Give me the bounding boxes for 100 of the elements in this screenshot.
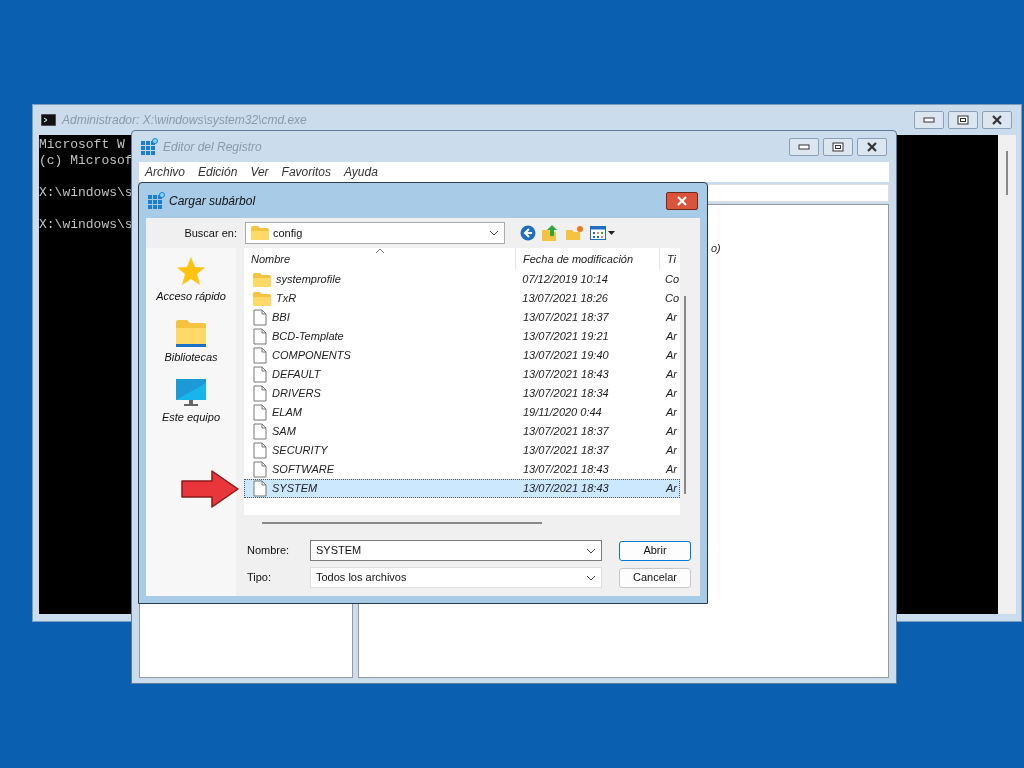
file-row[interactable]: TxR 13/07/2021 18:26 Co: [244, 289, 680, 308]
file-row[interactable]: ELAM 19/11/2020 0:44 Ar: [244, 403, 680, 422]
column-header[interactable]: Fecha de modificación: [516, 248, 660, 270]
file-type: Co: [663, 291, 679, 307]
close-icon: [991, 115, 1003, 125]
file-type: Ar: [664, 310, 677, 326]
file-icon: [253, 442, 267, 459]
file-row[interactable]: SYSTEM 13/07/2021 18:43 Ar: [244, 479, 680, 498]
file-name: SYSTEM: [272, 481, 318, 497]
file-icon: [253, 480, 267, 497]
file-icon: [253, 385, 267, 402]
file-icon: [253, 328, 267, 345]
file-icon: [253, 347, 267, 364]
field-label: Tipo:: [246, 570, 273, 586]
console-line: X:\windows\s: [39, 217, 133, 232]
column-header[interactable]: Nombre: [244, 248, 516, 270]
folder-icon: [253, 291, 271, 306]
scrollbar[interactable]: [998, 135, 1016, 614]
file-row[interactable]: DRIVERS 13/07/2021 18:34 Ar: [244, 384, 680, 403]
file-date: 13/07/2021 19:21: [522, 329, 610, 345]
folder-icon: [176, 318, 206, 347]
file-row[interactable]: DEFAULT 13/07/2021 18:43 Ar: [244, 365, 680, 384]
registry-icon: [140, 137, 158, 156]
file-name: COMPONENTS: [272, 348, 351, 364]
file-icon: [253, 461, 267, 478]
minimize-icon: [798, 143, 810, 150]
maximize-button[interactable]: [823, 137, 853, 156]
file-date: 13/07/2021 18:26: [521, 291, 609, 307]
file-type: Ar: [664, 386, 677, 402]
menu-item[interactable]: Edición: [198, 163, 238, 181]
file-row[interactable]: SECURITY 13/07/2021 18:37 Ar: [244, 441, 680, 460]
file-date: 07/12/2019 10:14: [521, 272, 609, 288]
dialog-button[interactable]: Abrir: [619, 540, 691, 561]
star-icon: [176, 256, 206, 286]
file-name: SAM: [272, 424, 296, 440]
place-item[interactable]: Bibliotecas: [164, 318, 218, 365]
monitor-icon: [176, 379, 206, 407]
file-type: Co: [663, 272, 679, 288]
look-in-label: Buscar en:: [183, 225, 237, 241]
menu-item[interactable]: Ayuda: [343, 163, 378, 181]
close-icon: [676, 195, 688, 206]
console-line: X:\windows\s: [39, 185, 133, 200]
file-name: DEFAULT: [272, 367, 321, 383]
close-button[interactable]: [666, 191, 698, 210]
file-row[interactable]: COMPONENTS 13/07/2021 19:40 Ar: [244, 346, 680, 365]
maximize-icon: [832, 141, 844, 152]
file-date: 13/07/2021 18:43: [522, 367, 610, 383]
file-type: Ar: [664, 367, 677, 383]
registry-icon: [147, 191, 165, 210]
file-name: BCD-Template: [272, 329, 344, 345]
minimize-icon: [923, 117, 935, 123]
combo-field[interactable]: Todos los archivos: [310, 567, 602, 588]
combo-field[interactable]: SYSTEM: [310, 540, 602, 561]
file-type: Ar: [664, 462, 677, 478]
maximize-button[interactable]: [948, 111, 978, 129]
file-icon: [253, 423, 267, 440]
close-button[interactable]: [982, 111, 1012, 129]
file-row[interactable]: BCD-Template 13/07/2021 19:21 Ar: [244, 327, 680, 346]
maximize-icon: [957, 115, 969, 125]
file-date: 13/07/2021 18:37: [522, 424, 610, 440]
chevron-down-icon: [489, 230, 499, 236]
file-row[interactable]: SOFTWARE 13/07/2021 18:43 Ar: [244, 460, 680, 479]
value-text: o): [711, 242, 721, 254]
dialog-button[interactable]: Cancelar: [619, 567, 691, 588]
file-type: Ar: [664, 424, 677, 440]
file-row[interactable]: SAM 13/07/2021 18:37 Ar: [244, 422, 680, 441]
up-folder-icon[interactable]: [542, 224, 560, 242]
menu-item[interactable]: Favoritos: [281, 163, 331, 181]
back-icon[interactable]: [520, 225, 536, 241]
close-button[interactable]: [857, 137, 887, 156]
file-name: TxR: [276, 291, 297, 307]
file-date: 13/07/2021 18:43: [522, 481, 610, 497]
file-name: ELAM: [272, 405, 302, 421]
view-menu-button[interactable]: [590, 226, 615, 240]
terminal-icon: [41, 114, 56, 126]
file-date: 13/07/2021 18:34: [522, 386, 610, 402]
file-name: BBI: [272, 310, 290, 326]
console-line: Microsoft W: [39, 137, 125, 152]
file-type: Ar: [664, 329, 677, 345]
sort-caret-icon: [375, 248, 385, 254]
file-date: 13/07/2021 18:37: [522, 443, 610, 459]
place-item[interactable]: Este equipo: [161, 379, 221, 426]
menu-item[interactable]: Archivo: [145, 163, 185, 181]
file-type: Ar: [664, 443, 677, 459]
close-icon: [866, 141, 878, 152]
chevron-down-icon: [586, 574, 596, 581]
look-in-value: config: [273, 225, 304, 241]
window-title: Editor del Registro: [163, 138, 262, 156]
field-label: Nombre:: [246, 543, 291, 559]
scrollbar[interactable]: [262, 522, 542, 524]
file-name: SECURITY: [272, 443, 328, 459]
place-item[interactable]: Acceso rápido: [156, 256, 226, 305]
caret-icon: [608, 231, 615, 235]
menu-item[interactable]: Ver: [250, 163, 269, 181]
file-row[interactable]: BBI 13/07/2021 18:37 Ar: [244, 308, 680, 327]
file-row[interactable]: systemprofile 07/12/2019 10:14 Co: [244, 270, 680, 289]
column-header[interactable]: Ti: [660, 248, 680, 270]
file-date: 13/07/2021 18:37: [522, 310, 610, 326]
file-date: 13/07/2021 19:40: [522, 348, 610, 364]
look-in-dropdown[interactable]: config: [245, 222, 505, 244]
